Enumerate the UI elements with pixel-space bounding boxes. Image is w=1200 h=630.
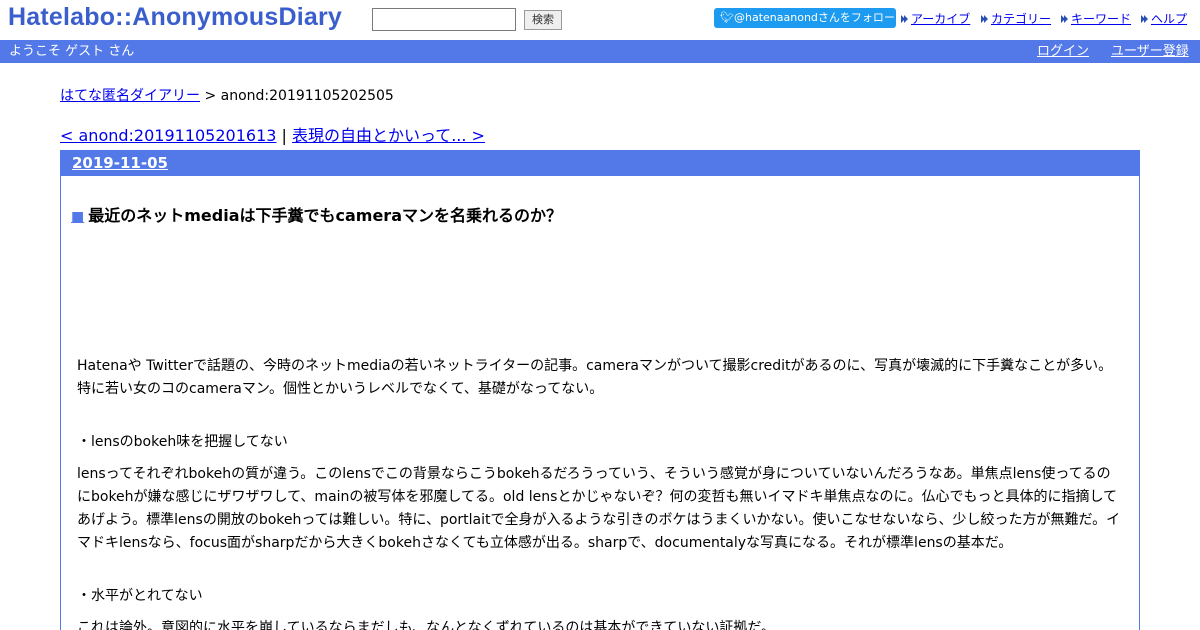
double-arrow-icon xyxy=(901,14,909,24)
entry-navigation: < anond:20191105201613 | 表現の自由とかいって... > xyxy=(60,122,485,146)
nav-separator: | xyxy=(276,126,292,145)
breadcrumb-current: > anond:20191105202505 xyxy=(200,88,394,104)
double-arrow-icon xyxy=(1061,14,1069,24)
welcome-text: ようこそ ゲスト さん xyxy=(9,44,135,59)
user-bar: ようこそ ゲスト さん ログイン ユーザー登録 xyxy=(0,40,1200,63)
entry-subheading: ・lensのbokeh味を把握してない xyxy=(77,434,288,450)
entry-paragraph: これは論外。意図的に水平を崩しているならまだしも、なんとなくずれているのは基本が… xyxy=(77,620,775,630)
entry-paragraph: lensってそれぞれbokehの質が違う。このlensでこの背景ならこうboke… xyxy=(77,466,1121,551)
search-button[interactable]: 検索 xyxy=(524,10,562,30)
category-link-label[interactable]: カテゴリー xyxy=(991,12,1051,26)
diary-day-section: 2019-11-05 ■ 最近のネットmediaは下手糞でもcameraマンを名乗… xyxy=(60,150,1140,630)
keyword-link[interactable]: キーワード xyxy=(1061,10,1131,27)
double-arrow-icon xyxy=(1141,14,1149,24)
entry-title: ■ 最近のネットmediaは下手糞でもcameraマンを名乗れるのか？ xyxy=(71,202,562,226)
twitter-follow-label: @hatenaanondさんをフォロー xyxy=(734,11,895,24)
prev-entry-link[interactable]: < anond:20191105201613 xyxy=(60,126,276,145)
signup-link[interactable]: ユーザー登録 xyxy=(1111,40,1189,63)
archive-link-label[interactable]: アーカイブ xyxy=(911,12,970,26)
entry-subheading: ・水平がとれてない xyxy=(77,588,203,604)
twitter-follow-button[interactable]: 🐦︎@hatenaanondさんをフォロー xyxy=(714,8,896,28)
entry-permalink-square-icon[interactable]: ■ xyxy=(71,209,84,225)
search-input[interactable] xyxy=(372,8,516,31)
entry-title-text: 最近のネットmediaは下手糞でもcameraマンを名乗れるのか？ xyxy=(88,206,562,225)
day-header: 2019-11-05 xyxy=(61,151,1139,176)
entry-paragraph: Hatenaや Twitterで話題の、今時のネットmediaの若いネットライタ… xyxy=(77,358,1113,397)
next-entry-link[interactable]: 表現の自由とかいって... > xyxy=(292,126,485,145)
breadcrumb-home-link[interactable]: はてな匿名ダイアリー xyxy=(60,88,200,104)
double-arrow-icon xyxy=(981,14,989,24)
login-link[interactable]: ログイン xyxy=(1037,40,1089,63)
help-link[interactable]: ヘルプ xyxy=(1141,10,1187,27)
twitter-bird-icon: 🐦︎ xyxy=(720,11,734,24)
breadcrumb: はてな匿名ダイアリー > anond:20191105202505 xyxy=(60,85,394,105)
archive-link[interactable]: アーカイブ xyxy=(901,10,970,27)
keyword-link-label[interactable]: キーワード xyxy=(1071,12,1131,26)
day-date-link[interactable]: 2019-11-05 xyxy=(72,154,168,172)
category-link[interactable]: カテゴリー xyxy=(981,10,1051,27)
site-logo[interactable]: Hatelabo::AnonymousDiary xyxy=(8,3,342,32)
site-header: Hatelabo::AnonymousDiary 検索 🐦︎@hatenaano… xyxy=(0,0,1200,40)
entry-body: Hatenaや Twitterで話題の、今時のネットmediaの若いネットライタ… xyxy=(77,355,1123,630)
help-link-label[interactable]: ヘルプ xyxy=(1151,12,1187,26)
